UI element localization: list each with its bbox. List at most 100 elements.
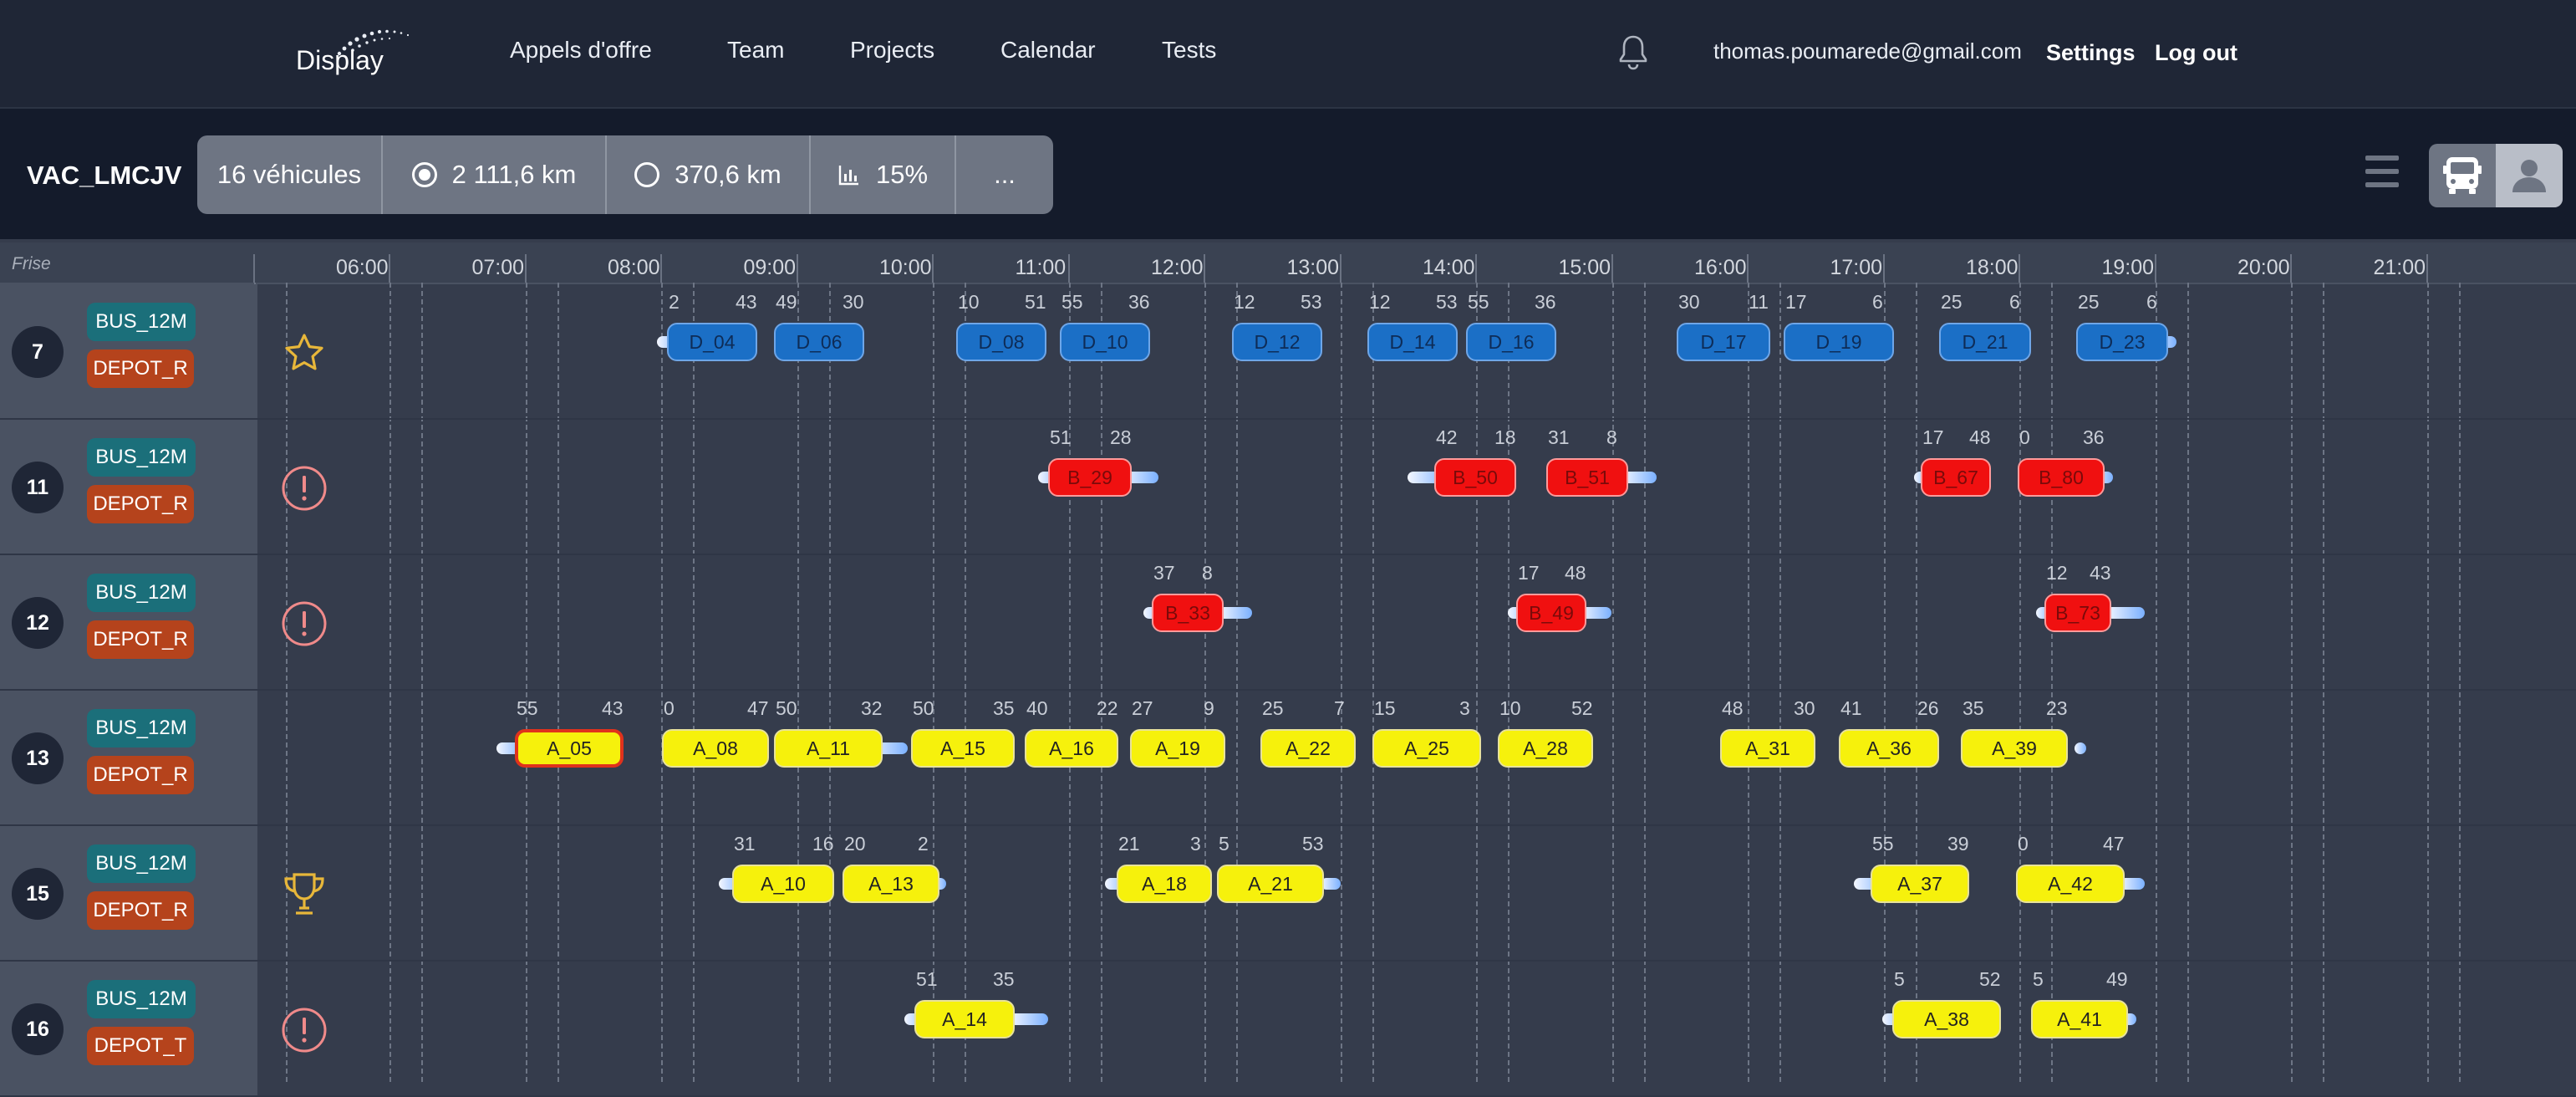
bus-type-badge[interactable]: BUS_12M — [87, 709, 196, 747]
trip-block[interactable]: A_21 — [1217, 865, 1324, 903]
trip-block[interactable]: A_18 — [1117, 865, 1212, 903]
trip-block[interactable]: A_36 — [1839, 729, 1939, 768]
depot-badge[interactable]: DEPOT_R — [87, 620, 194, 659]
warning-icon[interactable] — [279, 463, 329, 513]
app-logo[interactable]: Display — [294, 28, 420, 79]
trip-block[interactable]: A_31 — [1720, 729, 1815, 768]
bus-type-badge[interactable]: BUS_12M — [87, 980, 196, 1018]
bus-type-badge[interactable]: BUS_12M — [87, 303, 196, 341]
nav-tests[interactable]: Tests — [1162, 37, 1216, 64]
hour-tick — [1204, 254, 1205, 283]
trip-block[interactable]: A_16 — [1025, 729, 1118, 768]
hour-tick — [1611, 254, 1613, 283]
driver-view-button[interactable] — [2496, 144, 2563, 207]
trip-end-minute: 6 — [2146, 291, 2157, 313]
settings-link[interactable]: Settings — [2046, 40, 2136, 66]
trip-block[interactable]: A_28 — [1498, 729, 1593, 768]
vehicle-number[interactable]: 7 — [12, 326, 64, 378]
trip-block[interactable]: A_19 — [1130, 729, 1225, 768]
trip-block[interactable]: B_29 — [1048, 458, 1132, 497]
trip-block[interactable]: A_14 — [914, 1000, 1015, 1038]
depot-badge[interactable]: DEPOT_R — [87, 891, 194, 930]
trip-block[interactable]: A_11 — [774, 729, 883, 768]
trip-block[interactable]: D_04 — [667, 323, 757, 361]
trip-block[interactable]: A_39 — [1961, 729, 2068, 768]
trip-start-minute: 21 — [1118, 833, 1140, 855]
trip-block[interactable]: A_05 — [515, 729, 624, 768]
trip-block[interactable]: D_17 — [1677, 323, 1770, 361]
menu-icon[interactable] — [2365, 156, 2399, 192]
trip-block[interactable]: D_23 — [2076, 323, 2168, 361]
trip-block[interactable]: D_12 — [1232, 323, 1322, 361]
trip-block[interactable]: B_73 — [2044, 594, 2111, 632]
trip-block[interactable]: B_67 — [1921, 458, 1991, 497]
vehicle-number[interactable]: 12 — [12, 597, 64, 649]
stat-more-button[interactable]: ... — [956, 135, 1053, 214]
hour-label: 10:00 — [879, 256, 932, 279]
stat-km-empty[interactable]: 370,6 km — [607, 135, 811, 214]
trip-block[interactable]: D_21 — [1939, 323, 2031, 361]
warning-icon[interactable] — [279, 599, 329, 649]
trip-block[interactable]: D_06 — [774, 323, 864, 361]
warning-icon[interactable] — [279, 1005, 329, 1055]
trip-block[interactable]: B_33 — [1152, 594, 1224, 632]
nav-appels-doffre[interactable]: Appels d'offre — [510, 37, 652, 64]
deadhead-connector — [2075, 742, 2086, 754]
depot-badge[interactable]: DEPOT_R — [87, 756, 194, 794]
vehicle-number[interactable]: 16 — [12, 1003, 64, 1055]
logout-link[interactable]: Log out — [2155, 40, 2237, 66]
trip-block[interactable]: A_15 — [911, 729, 1015, 768]
bus-type-badge[interactable]: BUS_12M — [87, 438, 196, 477]
timeline-header: Frise 06:00 07:00 08:00 09:00 10:00 11:00 12:0… — [0, 242, 2576, 284]
trip-end-minute: 32 — [861, 697, 883, 719]
depot-badge[interactable]: DEPOT_T — [87, 1027, 194, 1065]
vehicle-info: 7 BUS_12M DEPOT_R — [0, 284, 257, 418]
trip-start-minute: 10 — [958, 291, 980, 313]
hour-tick — [389, 254, 390, 283]
nav-projects[interactable]: Projects — [850, 37, 934, 64]
trip-block[interactable]: B_50 — [1434, 458, 1516, 497]
trip-block[interactable]: A_38 — [1892, 1000, 2001, 1038]
trip-block[interactable]: A_37 — [1871, 865, 1969, 903]
trip-block[interactable]: D_19 — [1784, 323, 1894, 361]
trip-end-minute: 36 — [2083, 426, 2105, 448]
depot-badge[interactable]: DEPOT_R — [87, 485, 194, 523]
vehicle-number[interactable]: 13 — [12, 732, 64, 784]
trip-block[interactable]: A_25 — [1372, 729, 1481, 768]
trip-block[interactable]: D_16 — [1466, 323, 1556, 361]
trip-block[interactable]: A_22 — [1260, 729, 1356, 768]
star-icon[interactable] — [279, 328, 329, 378]
hour-label: 17:00 — [1830, 256, 1883, 279]
nav-calendar[interactable]: Calendar — [1000, 37, 1096, 64]
stat-km-loaded[interactable]: 2 111,6 km — [383, 135, 607, 214]
trip-block[interactable]: B_49 — [1516, 594, 1586, 632]
trip-start-minute: 42 — [1436, 426, 1458, 448]
trip-block[interactable]: B_51 — [1546, 458, 1628, 497]
stat-vehicles[interactable]: 16 véhicules — [197, 135, 383, 214]
trip-block[interactable]: A_13 — [843, 865, 939, 903]
trip-end-minute: 47 — [747, 697, 769, 719]
trip-block[interactable]: A_41 — [2031, 1000, 2128, 1038]
trip-block[interactable]: A_10 — [732, 865, 834, 903]
hour-tick — [252, 254, 255, 283]
stats-bar: 16 véhicules 2 111,6 km 370,6 km 15% ... — [197, 135, 1053, 214]
vehicle-view-button[interactable] — [2429, 144, 2496, 207]
trip-block[interactable]: A_42 — [2016, 865, 2125, 903]
trip-start-minute: 17 — [1922, 426, 1944, 448]
trip-block[interactable]: D_10 — [1060, 323, 1150, 361]
trip-block[interactable]: A_08 — [662, 729, 769, 768]
trip-start-minute: 35 — [1963, 697, 1984, 719]
depot-badge[interactable]: DEPOT_R — [87, 350, 194, 388]
hour-tick — [2426, 254, 2428, 283]
vehicle-number[interactable]: 15 — [12, 868, 64, 920]
bus-type-badge[interactable]: BUS_12M — [87, 574, 196, 612]
trip-block[interactable]: D_14 — [1367, 323, 1458, 361]
trip-block[interactable]: D_08 — [956, 323, 1046, 361]
nav-team[interactable]: Team — [727, 37, 784, 64]
stat-ratio[interactable]: 15% — [811, 135, 956, 214]
vehicle-number[interactable]: 11 — [12, 462, 64, 513]
bus-type-badge[interactable]: BUS_12M — [87, 844, 196, 883]
trophy-icon[interactable] — [279, 870, 329, 920]
bell-icon[interactable] — [1618, 33, 1648, 70]
trip-block[interactable]: B_80 — [2018, 458, 2105, 497]
